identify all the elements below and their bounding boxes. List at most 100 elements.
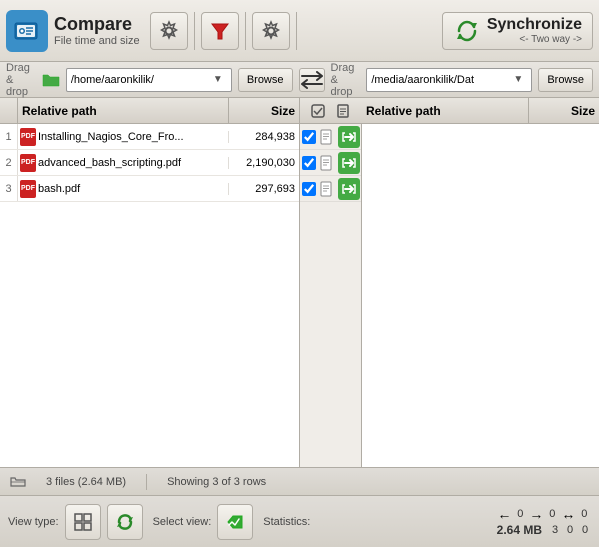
right-th-size: Size (529, 98, 599, 123)
select-view-label: Select view: (153, 516, 212, 528)
right-panel: Relative path Size (362, 98, 599, 467)
stats-top-row: ← 0 → 0 ↔ 0 (497, 506, 590, 522)
action-header-icon2[interactable] (333, 101, 355, 121)
gear2-button[interactable] (252, 12, 290, 50)
left-panel: Relative path Size 1 PDF Installing_Nagi… (0, 98, 300, 467)
view-type-btn1[interactable] (65, 504, 101, 540)
status-bar: 3 files (2.64 MB) Showing 3 of 3 rows (0, 468, 599, 496)
left-folder-icon (42, 70, 60, 90)
left-table-header: Relative path Size (0, 98, 299, 124)
left-arrow-icon[interactable]: ← (497, 506, 511, 522)
th-num (0, 98, 18, 123)
stat-val-4: 3 (549, 524, 561, 536)
path-bar: Drag & drop ▼ Browse Drag & drop ▼ Brows… (0, 62, 599, 98)
stats-icons: ← 0 → 0 ↔ 0 2.64 MB 3 0 0 (497, 506, 591, 537)
row-copy-3[interactable] (338, 178, 360, 200)
toolbar-right: Synchronize <- Two way -> (442, 12, 593, 50)
bottom-bar: View type: Select view: (0, 496, 599, 547)
table-row[interactable]: 3 PDF bash.pdf 297,693 (0, 176, 299, 202)
sep1 (194, 12, 195, 50)
view-type-label: View type: (8, 516, 59, 528)
brand-area: Compare File time and size (6, 10, 140, 52)
right-th-path: Relative path (362, 98, 529, 123)
row-name: bash.pdf (38, 183, 229, 195)
files-icon (10, 476, 26, 488)
pdf-icon: PDF (18, 154, 38, 172)
stats-area: ← 0 → 0 ↔ 0 2.64 MB 3 0 0 (497, 506, 591, 537)
filter-button[interactable] (201, 12, 239, 50)
left-th-path: Relative path (18, 98, 229, 123)
view-type-section: View type: (8, 504, 143, 540)
brand-title: Compare (54, 14, 140, 35)
statistics-section: Statistics: (263, 516, 310, 528)
row-size: 297,693 (229, 183, 299, 195)
stat-val-1: 0 (514, 508, 526, 520)
row-copy-2[interactable] (338, 152, 360, 174)
row-actions-2 (300, 150, 361, 176)
view-type-btn2[interactable] (107, 504, 143, 540)
row-num: 1 (0, 124, 18, 149)
row-doc-3[interactable] (318, 179, 336, 199)
action-header-icon1[interactable] (307, 101, 329, 121)
sync-sub: <- Two way -> (487, 34, 582, 45)
right-table-header: Relative path Size (362, 98, 599, 124)
sync-icon[interactable]: ↔ (561, 506, 575, 522)
select-view-section: Select view: (153, 504, 254, 540)
row-num: 3 (0, 176, 18, 201)
right-path-input[interactable] (371, 74, 513, 86)
swap-button[interactable] (299, 68, 325, 92)
stats-bottom-row: 2.64 MB 3 0 0 (497, 523, 591, 537)
settings-button[interactable] (150, 12, 188, 50)
drag-drop-right-label: Drag & drop (331, 62, 359, 98)
row-doc-1[interactable] (318, 127, 336, 147)
synchronize-button[interactable]: Synchronize <- Two way -> (442, 12, 593, 50)
pdf-icon: PDF (18, 180, 38, 198)
row-name: advanced_bash_scripting.pdf (38, 157, 229, 169)
pdf-icon: PDF (18, 128, 38, 146)
sep2 (245, 12, 246, 50)
drag-drop-left-label: Drag & drop (6, 62, 34, 98)
stat-mb: 2.64 MB (497, 523, 542, 537)
row-actions-1 (300, 124, 361, 150)
right-browse-button[interactable]: Browse (538, 68, 593, 92)
main-area: Relative path Size 1 PDF Installing_Nagi… (0, 98, 599, 468)
left-path-input[interactable] (71, 74, 213, 86)
row-name: Installing_Nagios_Core_Fro... (38, 131, 229, 143)
row-size: 2,190,030 (229, 157, 299, 169)
brand-icon (6, 10, 48, 52)
table-row[interactable]: 2 PDF advanced_bash_scripting.pdf 2,190,… (0, 150, 299, 176)
statistics-label: Statistics: (263, 516, 310, 528)
brand-subtitle: File time and size (54, 35, 140, 47)
stat-val-5: 0 (564, 524, 576, 536)
stat-val-6: 0 (579, 524, 591, 536)
table-row[interactable]: 1 PDF Installing_Nagios_Core_Fro... 284,… (0, 124, 299, 150)
left-th-size: Size (229, 98, 299, 123)
row-size: 284,938 (229, 131, 299, 143)
stat-val-2: 0 (546, 508, 558, 520)
main-toolbar: Compare File time and size (0, 0, 599, 62)
action-header (300, 98, 362, 124)
stat-val-3: 0 (578, 508, 590, 520)
left-path-dropdown[interactable]: ▼ (213, 74, 227, 85)
row-checkbox-2[interactable] (302, 156, 316, 170)
row-num: 2 (0, 150, 18, 175)
action-column (300, 98, 362, 467)
sync-text: Synchronize <- Two way -> (487, 16, 582, 45)
left-browse-button[interactable]: Browse (238, 68, 293, 92)
sep3 (296, 12, 297, 50)
row-checkbox-3[interactable] (302, 182, 316, 196)
right-arrow-icon[interactable]: → (529, 506, 543, 522)
left-path-wrap[interactable]: ▼ (66, 68, 232, 92)
status-sep (146, 474, 147, 490)
row-checkbox-1[interactable] (302, 130, 316, 144)
row-actions-3 (300, 176, 361, 202)
brand-text: Compare File time and size (54, 14, 140, 47)
right-path-dropdown[interactable]: ▼ (513, 74, 527, 85)
showing-info: Showing 3 of 3 rows (167, 476, 266, 488)
select-view-btn[interactable] (217, 504, 253, 540)
right-path-wrap[interactable]: ▼ (366, 68, 532, 92)
files-info: 3 files (2.64 MB) (46, 476, 126, 488)
row-doc-2[interactable] (318, 153, 336, 173)
sync-title: Synchronize (487, 16, 582, 34)
row-copy-1[interactable] (338, 126, 360, 148)
